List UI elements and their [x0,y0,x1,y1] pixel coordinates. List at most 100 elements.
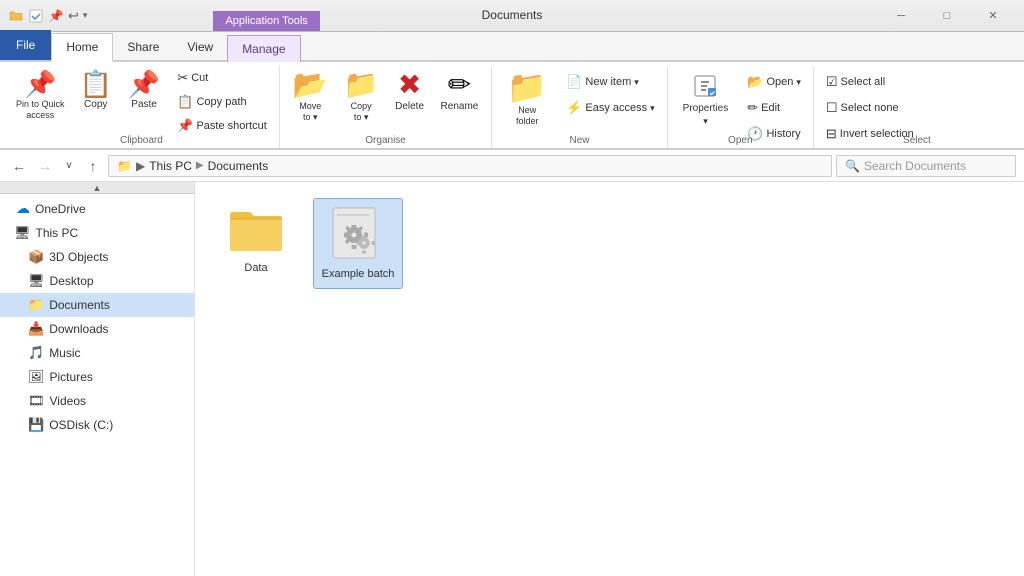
select-none-button[interactable]: ☐ Select none [820,96,920,120]
edit-button[interactable]: ✏ Edit [741,96,807,120]
new-folder-icon: 📁 [507,71,547,103]
ribbon-items-organise: 📂 Moveto ▾ 📁 Copyto ▾ ✖ Delete ✏ Rename [286,66,486,144]
example-batch-name: Example batch [322,268,395,280]
sidebar-item-osdisk[interactable]: 💾 OSDisk (C:) [0,413,194,437]
desktop-icon: 🖥 [28,273,45,289]
edit-icon: ✏ [747,100,758,116]
open-group: Properties ▾ 📂 Open ▾ ✏ Edit 🕐 History [668,66,814,148]
sidebar-item-onedrive[interactable]: ☁ OneDrive [0,196,194,221]
new-folder-label: Newfolder [516,105,539,127]
file-area: Data [195,182,1024,576]
properties-icon [690,71,720,101]
ribbon: 📌 Pin to Quick access 📋 Copy 📌 Paste ✂ C… [0,62,1024,150]
thispc-icon: 🖥 [14,225,31,241]
new-item-icon: 📄 [566,74,582,90]
thispc-label: This PC [36,226,79,240]
maximize-button[interactable]: □ [924,0,970,32]
select-group: ☑ Select all ☐ Select none ⊟ Invert sele… [814,66,1020,148]
paste-label: Paste [131,99,157,110]
open-button[interactable]: 📂 Open ▾ [741,70,807,94]
clipboard-group-label: Clipboard [4,135,279,146]
tab-file[interactable]: File [0,30,51,60]
tab-home[interactable]: Home [51,33,113,62]
close-button[interactable]: ✕ [970,0,1016,32]
pin-to-quick-access-button[interactable]: 📌 Pin to Quick access [10,66,71,126]
paste-button[interactable]: 📌 Paste [121,66,167,115]
clipboard-group: 📌 Pin to Quick access 📋 Copy 📌 Paste ✂ C… [4,66,280,148]
paste-icon: 📌 [128,71,160,97]
rename-button[interactable]: ✏ Rename [434,66,486,117]
cut-label: Cut [191,72,208,84]
sidebar-scroll-up[interactable]: ▲ [0,182,194,194]
videos-label: Videos [50,394,86,408]
minimize-button[interactable]: ─ [878,0,924,32]
qat-check-icon[interactable] [28,9,44,23]
tab-share[interactable]: Share [113,34,173,60]
qat-pin-icon[interactable]: 📌 [48,8,64,24]
copy-label: Copy [84,99,107,110]
qat-area: 📌 ↩ ▾ [8,8,87,24]
delete-label: Delete [395,101,424,112]
edit-label: Edit [761,102,780,114]
sidebar-item-thispc[interactable]: 🖥 This PC [0,221,194,245]
onedrive-icon: ☁ [16,200,30,217]
easy-access-label: Easy access [585,102,647,114]
new-item-chevron: ▾ [634,77,639,88]
qat-undo-icon[interactable]: ↩ [68,8,79,24]
ribbon-tabs: File Home Share View Manage [0,32,1024,62]
delete-button[interactable]: ✖ Delete [388,66,432,117]
sidebar-item-desktop[interactable]: 🖥 Desktop [0,269,194,293]
documents-label: Documents [49,298,110,312]
move-to-button[interactable]: 📂 Moveto ▾ [286,66,335,128]
app-tools-tab[interactable]: Application Tools [213,11,319,31]
downloads-icon: 📥 [28,321,44,337]
open-small-btns: 📂 Open ▾ ✏ Edit 🕐 History [741,70,807,162]
select-group-label: Select [814,135,1020,146]
new-small-btns: 📄 New item ▾ ⚡ Easy access ▾ [560,70,660,136]
tab-view[interactable]: View [173,34,227,60]
new-group: 📁 Newfolder 📄 New item ▾ ⚡ Easy access ▾… [492,66,667,148]
file-item-data[interactable]: Data [211,198,301,289]
paste-shortcut-icon: 📌 [177,118,193,134]
data-folder-name: Data [244,262,267,274]
easy-access-icon: ⚡ [566,100,582,116]
select-all-label: Select all [841,76,886,88]
osdisk-label: OSDisk (C:) [49,418,113,432]
move-to-label: Moveto ▾ [299,101,321,123]
sidebar-item-documents[interactable]: 📁 Documents [0,293,194,317]
pin-label: Pin to Quick access [16,99,65,121]
pin-icon: 📌 [24,71,56,97]
select-all-button[interactable]: ☑ Select all [820,70,920,94]
sidebar-item-downloads[interactable]: 📥 Downloads [0,317,194,341]
cut-button[interactable]: ✂ Cut [171,66,273,90]
copy-button[interactable]: 📋 Copy [73,66,119,115]
sidebar-item-videos[interactable]: 🎞 Videos [0,389,194,413]
qat-dropdown-icon[interactable]: ▾ [83,10,88,21]
tab-manage[interactable]: Manage [227,35,300,62]
copy-path-button[interactable]: 📋 Copy path [171,90,273,114]
organise-group-label: Organise [280,135,492,146]
cut-icon: ✂ [177,70,188,86]
music-label: Music [49,346,80,360]
sidebar-item-3dobjects[interactable]: 📦 3D Objects [0,245,194,269]
qat-folder-icon[interactable] [8,8,24,24]
sidebar-item-pictures[interactable]: 🖼 Pictures [0,365,194,389]
new-item-label: New item [585,76,631,88]
rename-label: Rename [441,101,479,112]
sidebar-item-music[interactable]: 🎵 Music [0,341,194,365]
easy-access-chevron: ▾ [650,103,655,114]
easy-access-button[interactable]: ⚡ Easy access ▾ [560,96,660,120]
sidebar-container: ▲ ☁ OneDrive 🖥 This PC 📦 3D Objects 🖥 De… [0,182,195,576]
select-none-label: Select none [841,102,899,114]
data-folder-icon [228,207,284,256]
new-folder-button[interactable]: 📁 Newfolder [498,66,556,132]
properties-button[interactable]: Properties ▾ [674,66,738,132]
sidebar: ☁ OneDrive 🖥 This PC 📦 3D Objects 🖥 Desk… [0,194,194,576]
copy-to-button[interactable]: 📁 Copyto ▾ [337,66,386,128]
onedrive-label: OneDrive [35,202,86,216]
documents-icon: 📁 [28,297,44,313]
organise-group: 📂 Moveto ▾ 📁 Copyto ▾ ✖ Delete ✏ Rename … [280,66,493,148]
batch-file-icon [330,207,386,262]
file-item-example-batch[interactable]: Example batch [313,198,403,289]
new-item-button[interactable]: 📄 New item ▾ [560,70,660,94]
